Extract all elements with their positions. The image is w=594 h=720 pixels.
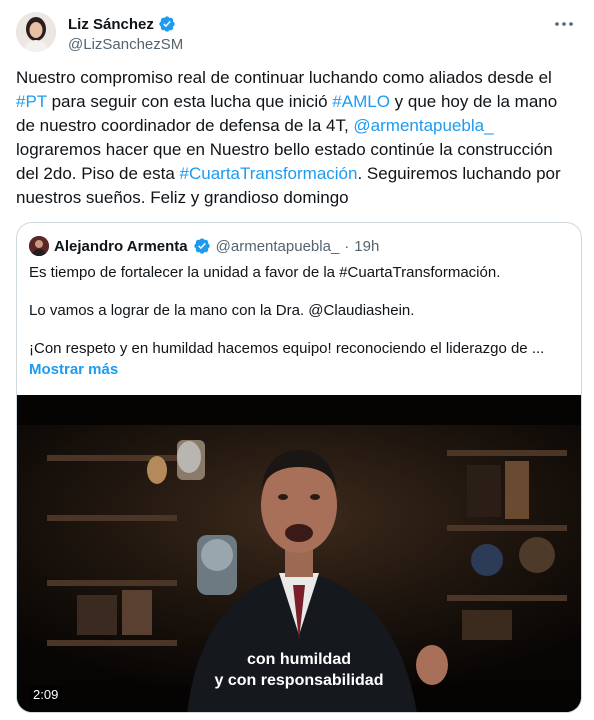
video-duration-badge: 2:09 [29, 686, 63, 703]
author-names: Liz Sánchez @LizSanchezSM [68, 14, 183, 54]
verified-badge-icon [193, 237, 211, 255]
hashtag-link-cuartatransformacion[interactable]: #CuartaTransformación [180, 164, 358, 183]
quoted-author-handle: @armentapuebla_ [215, 237, 340, 255]
quoted-paragraph: Es tiempo de fortalecer la unidad a favo… [29, 264, 501, 281]
quoted-paragraph: ¡Con respeto y en humildad hacemos equip… [29, 340, 545, 357]
quoted-separator: · [344, 237, 350, 255]
show-more-link[interactable]: Mostrar más [29, 361, 118, 378]
author-display-name[interactable]: Liz Sánchez [68, 16, 154, 33]
quoted-timestamp[interactable]: 19h [354, 238, 379, 255]
quoted-tweet-text: Es tiempo de fortalecer la unidad a favo… [29, 263, 569, 377]
author-avatar[interactable] [16, 12, 56, 52]
video-player[interactable]: con humildad y con responsabilidad 2:09 [17, 395, 581, 712]
author-handle[interactable]: @LizSanchezSM [68, 36, 183, 53]
hashtag-link-pt[interactable]: #PT [16, 92, 47, 111]
quoted-tweet-card[interactable]: Alejandro Armenta @armentapuebla_ · 19h … [16, 222, 582, 713]
quoted-paragraph: Lo vamos a lograr de la mano con la Dra.… [29, 302, 415, 319]
tweet-text: Nuestro compromiso real de continuar luc… [16, 66, 578, 210]
tweet-header: Liz Sánchez @LizSanchezSM [16, 12, 578, 56]
quoted-tweet-header: Alejandro Armenta @armentapuebla_ · 19h [29, 235, 379, 257]
quoted-author-avatar [29, 236, 49, 256]
hashtag-link-amlo[interactable]: #AMLO [332, 92, 390, 111]
more-options-icon[interactable] [552, 14, 576, 34]
tweet-text-segment: para seguir con esta lucha que inició [46, 92, 333, 111]
mention-link-armentapuebla[interactable]: @armentapuebla_ [353, 116, 493, 135]
verified-badge-icon[interactable] [158, 15, 176, 33]
video-caption-line-1: con humildad [247, 651, 351, 668]
quoted-author-display-name: Alejandro Armenta [54, 237, 188, 255]
tweet-text-segment: Nuestro compromiso real de continuar luc… [16, 68, 552, 87]
video-caption-line-2: y con responsabilidad [214, 672, 384, 689]
